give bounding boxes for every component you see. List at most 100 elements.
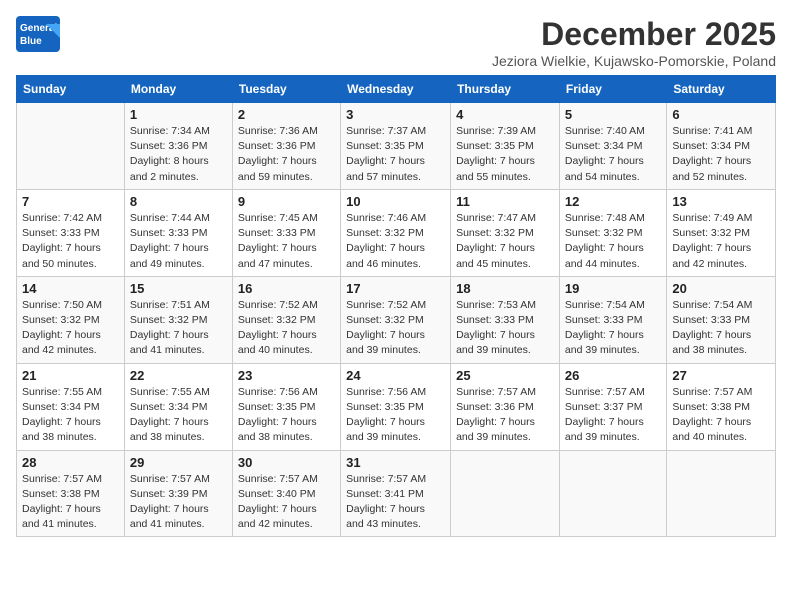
calendar-day-cell: 2Sunrise: 7:36 AMSunset: 3:36 PMDaylight… bbox=[232, 103, 340, 190]
calendar-day-cell: 3 Sunrise: 7:37 AMSunset: 3:35 PMDaylight… bbox=[341, 103, 451, 190]
day-info: Sunrise: 7:57 AMSunset: 3:40 PMDaylight:… bbox=[238, 472, 335, 533]
day-number: 5 bbox=[565, 107, 661, 122]
day-info: Sunrise: 7:55 AMSunset: 3:34 PMDaylight:… bbox=[130, 385, 227, 446]
day-info: Sunrise: 7:50 AMSunset: 3:32 PMDaylight:… bbox=[22, 298, 119, 359]
calendar-day-cell: 27 Sunrise: 7:57 AMSunset: 3:38 PMDayligh… bbox=[667, 363, 776, 450]
day-number: 12 bbox=[565, 194, 661, 209]
day-info: Sunrise: 7:57 AMSunset: 3:38 PMDaylight:… bbox=[672, 385, 770, 446]
day-number: 26 bbox=[565, 368, 661, 383]
calendar-day-cell: 14 Sunrise: 7:50 AMSunset: 3:32 PMDayligh… bbox=[17, 276, 125, 363]
day-number: 19 bbox=[565, 281, 661, 296]
day-info: Sunrise: 7:40 AMSunset: 3:34 PMDaylight:… bbox=[565, 124, 661, 185]
calendar-day-cell: 19 Sunrise: 7:54 AMSunset: 3:33 PMDayligh… bbox=[559, 276, 666, 363]
calendar-empty-cell bbox=[667, 450, 776, 537]
day-info: Sunrise: 7:39 AMSunset: 3:35 PMDaylight:… bbox=[456, 124, 554, 185]
day-number: 7 bbox=[22, 194, 119, 209]
day-info: Sunrise: 7:47 AMSunset: 3:32 PMDaylight:… bbox=[456, 211, 554, 272]
calendar-day-cell: 6 Sunrise: 7:41 AMSunset: 3:34 PMDaylight… bbox=[667, 103, 776, 190]
logo-icon: General Blue bbox=[16, 16, 60, 52]
day-number: 22 bbox=[130, 368, 227, 383]
day-number: 1 bbox=[130, 107, 227, 122]
page-header: General Blue December 2025 Jeziora Wielk… bbox=[16, 16, 776, 69]
day-info: Sunrise: 7:41 AMSunset: 3:34 PMDaylight:… bbox=[672, 124, 770, 185]
day-number: 23 bbox=[238, 368, 335, 383]
day-number: 24 bbox=[346, 368, 445, 383]
day-number: 3 bbox=[346, 107, 445, 122]
calendar-day-cell: 24 Sunrise: 7:56 AMSunset: 3:35 PMDayligh… bbox=[341, 363, 451, 450]
calendar-week-row: 28 Sunrise: 7:57 AMSunset: 3:38 PMDayligh… bbox=[17, 450, 776, 537]
calendar-day-cell: 17Sunrise: 7:52 AMSunset: 3:32 PMDayligh… bbox=[341, 276, 451, 363]
calendar-day-cell: 1 Sunrise: 7:34 AMSunset: 3:36 PMDaylight… bbox=[124, 103, 232, 190]
day-info: Sunrise: 7:52 AMSunset: 3:32 PMDaylight:… bbox=[238, 298, 335, 359]
day-info: Sunrise: 7:37 AMSunset: 3:35 PMDaylight:… bbox=[346, 124, 445, 185]
day-number: 9 bbox=[238, 194, 335, 209]
calendar-empty-cell bbox=[17, 103, 125, 190]
day-number: 27 bbox=[672, 368, 770, 383]
calendar-day-cell: 8 Sunrise: 7:44 AMSunset: 3:33 PMDaylight… bbox=[124, 189, 232, 276]
weekday-header-tuesday: Tuesday bbox=[232, 76, 340, 103]
day-info: Sunrise: 7:57 AMSunset: 3:39 PMDaylight:… bbox=[130, 472, 227, 533]
day-number: 11 bbox=[456, 194, 554, 209]
day-number: 8 bbox=[130, 194, 227, 209]
day-info: Sunrise: 7:54 AMSunset: 3:33 PMDaylight:… bbox=[672, 298, 770, 359]
calendar-day-cell: 25 Sunrise: 7:57 AMSunset: 3:36 PMDayligh… bbox=[451, 363, 560, 450]
calendar-empty-cell bbox=[559, 450, 666, 537]
day-info: Sunrise: 7:45 AMSunset: 3:33 PMDaylight:… bbox=[238, 211, 335, 272]
location-subtitle: Jeziora Wielkie, Kujawsko-Pomorskie, Pol… bbox=[492, 53, 776, 69]
day-info: Sunrise: 7:55 AMSunset: 3:34 PMDaylight:… bbox=[22, 385, 119, 446]
weekday-header-friday: Friday bbox=[559, 76, 666, 103]
day-info: Sunrise: 7:42 AMSunset: 3:33 PMDaylight:… bbox=[22, 211, 119, 272]
day-number: 6 bbox=[672, 107, 770, 122]
day-info: Sunrise: 7:54 AMSunset: 3:33 PMDaylight:… bbox=[565, 298, 661, 359]
calendar-week-row: 1 Sunrise: 7:34 AMSunset: 3:36 PMDaylight… bbox=[17, 103, 776, 190]
day-info: Sunrise: 7:57 AMSunset: 3:37 PMDaylight:… bbox=[565, 385, 661, 446]
day-number: 21 bbox=[22, 368, 119, 383]
title-block: December 2025 Jeziora Wielkie, Kujawsko-… bbox=[492, 16, 776, 69]
day-info: Sunrise: 7:34 AMSunset: 3:36 PMDaylight:… bbox=[130, 124, 227, 185]
weekday-header-row: SundayMondayTuesdayWednesdayThursdayFrid… bbox=[17, 76, 776, 103]
day-number: 28 bbox=[22, 455, 119, 470]
weekday-header-thursday: Thursday bbox=[451, 76, 560, 103]
day-number: 18 bbox=[456, 281, 554, 296]
calendar-day-cell: 22 Sunrise: 7:55 AMSunset: 3:34 PMDayligh… bbox=[124, 363, 232, 450]
calendar-day-cell: 26 Sunrise: 7:57 AMSunset: 3:37 PMDayligh… bbox=[559, 363, 666, 450]
calendar-table: SundayMondayTuesdayWednesdayThursdayFrid… bbox=[16, 75, 776, 537]
calendar-day-cell: 16 Sunrise: 7:52 AMSunset: 3:32 PMDayligh… bbox=[232, 276, 340, 363]
day-info: Sunrise: 7:46 AMSunset: 3:32 PMDaylight:… bbox=[346, 211, 445, 272]
weekday-header-monday: Monday bbox=[124, 76, 232, 103]
day-info: Sunrise: 7:56 AMSunset: 3:35 PMDaylight:… bbox=[346, 385, 445, 446]
calendar-day-cell: 7 Sunrise: 7:42 AMSunset: 3:33 PMDaylight… bbox=[17, 189, 125, 276]
day-info: Sunrise: 7:57 AMSunset: 3:38 PMDaylight:… bbox=[22, 472, 119, 533]
day-number: 16 bbox=[238, 281, 335, 296]
day-info: Sunrise: 7:44 AMSunset: 3:33 PMDaylight:… bbox=[130, 211, 227, 272]
calendar-day-cell: 31 Sunrise: 7:57 AMSunset: 3:41 PMDayligh… bbox=[341, 450, 451, 537]
day-number: 14 bbox=[22, 281, 119, 296]
calendar-day-cell: 30Sunrise: 7:57 AMSunset: 3:40 PMDayligh… bbox=[232, 450, 340, 537]
day-number: 4 bbox=[456, 107, 554, 122]
calendar-day-cell: 12Sunrise: 7:48 AMSunset: 3:32 PMDayligh… bbox=[559, 189, 666, 276]
calendar-day-cell: 28 Sunrise: 7:57 AMSunset: 3:38 PMDayligh… bbox=[17, 450, 125, 537]
calendar-week-row: 21 Sunrise: 7:55 AMSunset: 3:34 PMDayligh… bbox=[17, 363, 776, 450]
day-number: 15 bbox=[130, 281, 227, 296]
day-info: Sunrise: 7:57 AMSunset: 3:36 PMDaylight:… bbox=[456, 385, 554, 446]
day-number: 20 bbox=[672, 281, 770, 296]
calendar-day-cell: 13Sunrise: 7:49 AMSunset: 3:32 PMDayligh… bbox=[667, 189, 776, 276]
day-info: Sunrise: 7:56 AMSunset: 3:35 PMDaylight:… bbox=[238, 385, 335, 446]
calendar-day-cell: 23 Sunrise: 7:56 AMSunset: 3:35 PMDayligh… bbox=[232, 363, 340, 450]
day-info: Sunrise: 7:52 AMSunset: 3:32 PMDaylight:… bbox=[346, 298, 445, 359]
logo: General Blue bbox=[16, 16, 60, 52]
weekday-header-wednesday: Wednesday bbox=[341, 76, 451, 103]
day-info: Sunrise: 7:57 AMSunset: 3:41 PMDaylight:… bbox=[346, 472, 445, 533]
day-number: 13 bbox=[672, 194, 770, 209]
month-title: December 2025 bbox=[492, 16, 776, 53]
calendar-day-cell: 15Sunrise: 7:51 AMSunset: 3:32 PMDayligh… bbox=[124, 276, 232, 363]
day-number: 29 bbox=[130, 455, 227, 470]
calendar-day-cell: 29 Sunrise: 7:57 AMSunset: 3:39 PMDayligh… bbox=[124, 450, 232, 537]
calendar-empty-cell bbox=[451, 450, 560, 537]
weekday-header-sunday: Sunday bbox=[17, 76, 125, 103]
day-number: 31 bbox=[346, 455, 445, 470]
day-number: 10 bbox=[346, 194, 445, 209]
calendar-day-cell: 18Sunrise: 7:53 AMSunset: 3:33 PMDayligh… bbox=[451, 276, 560, 363]
day-number: 2 bbox=[238, 107, 335, 122]
day-number: 25 bbox=[456, 368, 554, 383]
